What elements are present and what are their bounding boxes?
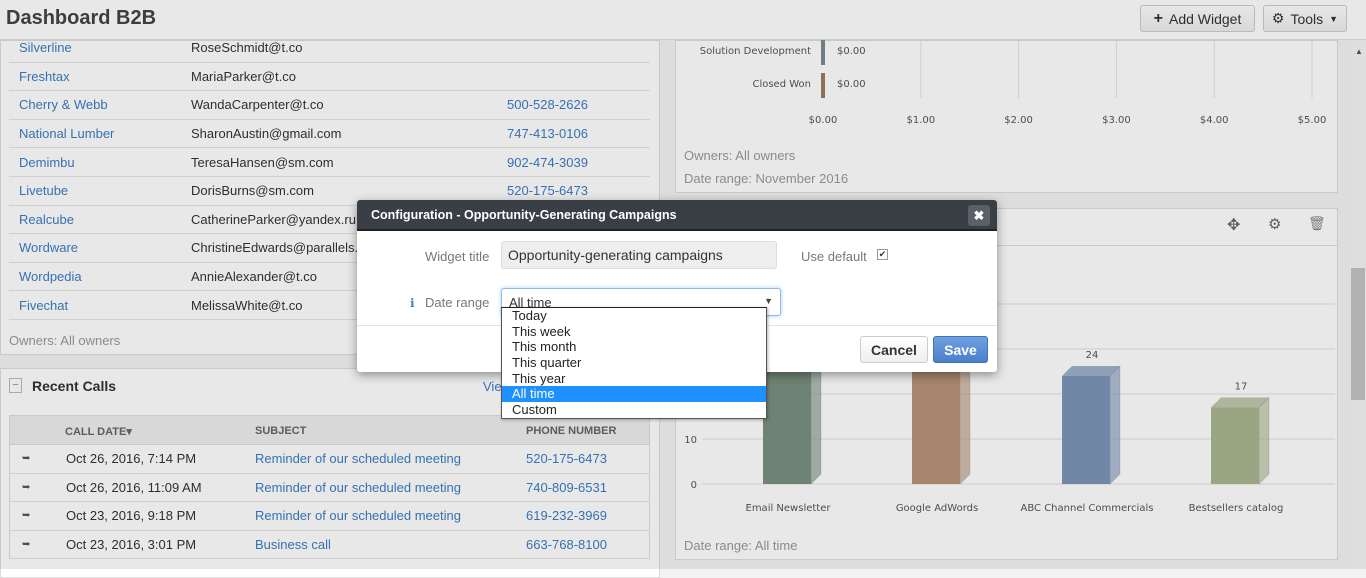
date-range-label: Date range [425, 295, 490, 310]
date-range-option[interactable]: This year [502, 371, 766, 387]
widget-title-label: Widget title [425, 249, 490, 264]
date-range-option[interactable]: This week [502, 324, 766, 340]
info-icon: ℹ [410, 296, 415, 310]
widget-title-input[interactable]: Opportunity-generating campaigns [501, 241, 777, 269]
save-button[interactable]: Save [933, 336, 988, 363]
caret-down-icon: ▼ [764, 296, 773, 306]
configuration-modal: Configuration - Opportunity-Generating C… [357, 200, 997, 419]
cancel-button[interactable]: Cancel [860, 336, 928, 363]
date-range-dropdown: Today This week This month This quarter This… [501, 307, 767, 419]
close-icon[interactable]: ✖ [968, 205, 990, 226]
date-range-option[interactable]: This month [502, 339, 766, 355]
date-range-option[interactable]: Custom [502, 402, 766, 418]
modal-title: Configuration - Opportunity-Generating C… [371, 208, 677, 222]
use-default-checkbox[interactable]: ✔ [877, 249, 888, 260]
date-range-option[interactable]: This quarter [502, 355, 766, 371]
modal-header: Configuration - Opportunity-Generating C… [357, 200, 997, 231]
date-range-option[interactable]: Today [502, 308, 766, 324]
use-default-label: Use default [801, 249, 867, 264]
date-range-option[interactable]: All time [502, 386, 766, 403]
